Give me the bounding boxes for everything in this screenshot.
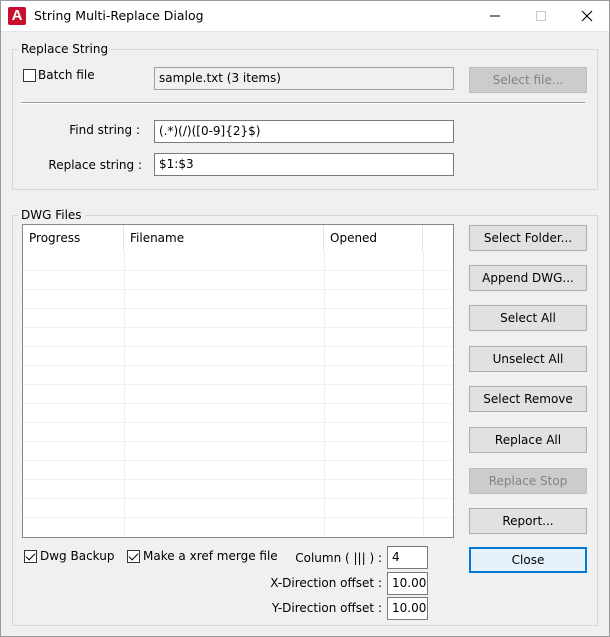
x-offset-label: X-Direction offset : (270, 576, 382, 590)
y-offset-label: Y-Direction offset : (271, 601, 382, 615)
list-empty-row (23, 422, 453, 423)
list-empty-row (23, 498, 453, 499)
select-remove-button[interactable]: Select Remove (469, 386, 587, 412)
replace-stop-button[interactable]: Replace Stop (469, 468, 587, 494)
autocad-app-icon: A (8, 7, 26, 25)
list-empty-row (23, 270, 453, 271)
list-empty-row (23, 327, 453, 328)
list-column-divider (423, 251, 424, 537)
replace-string-label: Replace string : (48, 158, 142, 172)
dwg-files-group-label: DWG Files (18, 208, 85, 222)
select-all-button[interactable]: Select All (469, 305, 587, 331)
list-empty-row (23, 479, 453, 480)
list-empty-row (23, 289, 453, 290)
list-empty-row (23, 365, 453, 366)
list-column-divider (324, 251, 325, 537)
list-empty-row (23, 441, 453, 442)
list-empty-row (23, 403, 453, 404)
replace-string-group-label: Replace String (18, 42, 112, 56)
xref-merge-checkbox[interactable] (127, 550, 140, 563)
window-close-button[interactable] (564, 0, 610, 31)
replace-string-input[interactable]: $1:$3 (154, 153, 454, 176)
append-dwg-button[interactable]: Append DWG... (469, 265, 587, 291)
replace-all-button[interactable]: Replace All (469, 427, 587, 453)
close-button[interactable]: Close (469, 547, 587, 573)
close-icon (581, 10, 593, 21)
list-empty-row (23, 308, 453, 309)
maximize-button[interactable] (518, 0, 564, 31)
minimize-button[interactable] (472, 0, 518, 31)
select-folder-button[interactable]: Select Folder... (469, 225, 587, 251)
find-string-label: Find string : (69, 123, 140, 137)
dwg-files-list[interactable]: Progress Filename Opened (22, 224, 454, 538)
batch-file-field: sample.txt (3 items) (154, 67, 454, 90)
report-button[interactable]: Report... (469, 508, 587, 534)
y-offset-input[interactable]: 10.000 (387, 597, 428, 620)
find-string-input[interactable]: (.*)(/)([0-9]{2}$) (154, 120, 454, 143)
list-column-divider (124, 251, 125, 537)
column-header-filename[interactable]: Filename (124, 225, 324, 251)
dwg-backup-label[interactable]: Dwg Backup (40, 549, 114, 563)
batch-file-checkbox[interactable] (23, 69, 36, 82)
minimize-icon (490, 15, 500, 16)
list-empty-row (23, 460, 453, 461)
unselect-all-button[interactable]: Unselect All (469, 346, 587, 372)
batch-file-label[interactable]: Batch file (38, 68, 95, 82)
column-label: Column ( ||| ) : (295, 551, 382, 565)
dwg-backup-checkbox[interactable] (24, 550, 37, 563)
x-offset-input[interactable]: 10.000 (387, 572, 428, 595)
column-header-opened[interactable]: Opened (324, 225, 423, 251)
title-bar[interactable]: A String Multi-Replace Dialog (0, 0, 610, 32)
list-empty-row (23, 517, 453, 518)
list-empty-row (23, 346, 453, 347)
column-input[interactable]: 4 (387, 546, 428, 569)
maximize-icon (536, 10, 546, 21)
window-title: String Multi-Replace Dialog (34, 8, 204, 23)
separator-line (21, 102, 585, 104)
select-file-button[interactable]: Select file... (469, 67, 587, 93)
xref-merge-label[interactable]: Make a xref merge file (143, 549, 278, 563)
column-header-progress[interactable]: Progress (23, 225, 124, 251)
list-empty-row (23, 384, 453, 385)
